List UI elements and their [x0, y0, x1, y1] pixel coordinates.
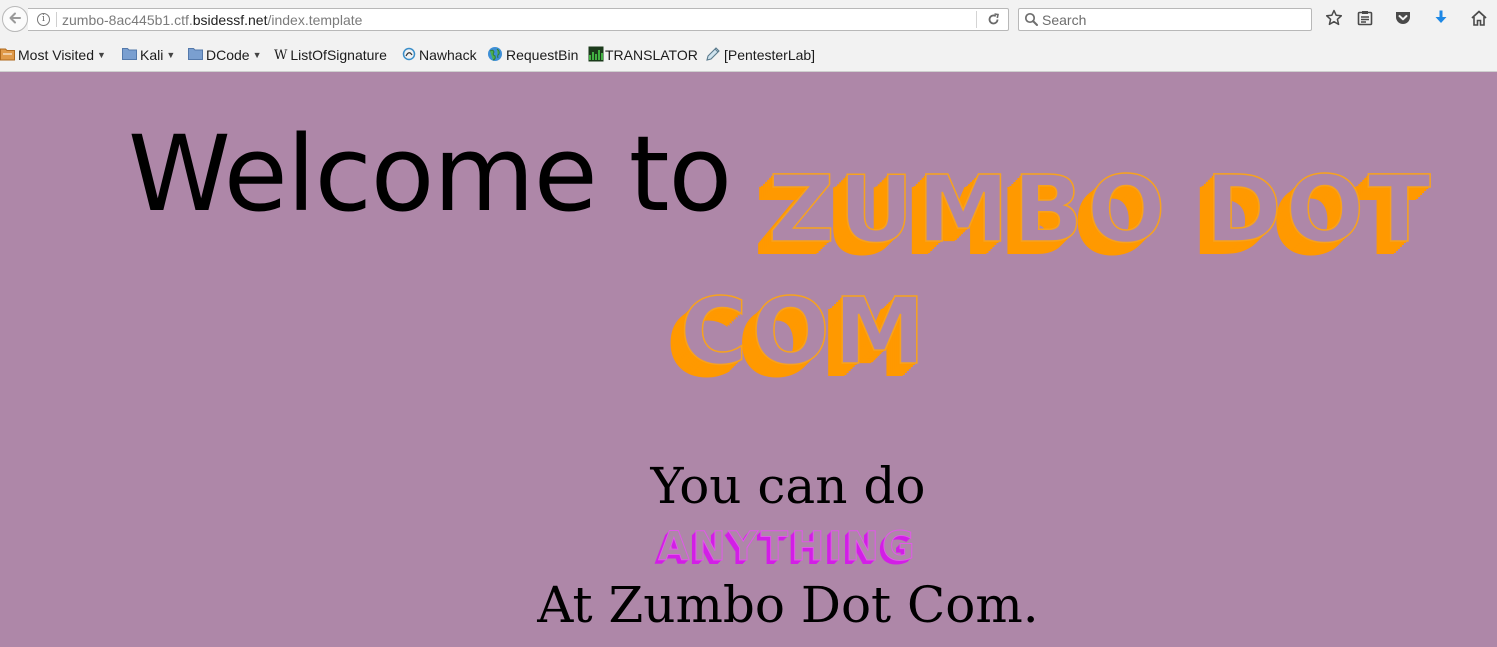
url-path: /index.template — [267, 12, 363, 28]
url-reload-separator — [976, 11, 977, 28]
bookmark-requestbin[interactable]: RequestBin — [487, 45, 578, 65]
bookmark-nawhack[interactable]: Nawhack — [402, 45, 477, 65]
globe-icon — [487, 46, 503, 65]
navigation-toolbar: i zumbo-8ac445b1.ctf.bsidessf.net/index.… — [0, 0, 1497, 38]
downloads-button[interactable] — [1430, 9, 1452, 31]
home-button[interactable] — [1468, 9, 1490, 31]
tagline-you-can-do: You can do — [650, 457, 926, 515]
folder-icon — [188, 47, 203, 63]
brand-title-line-1: ZUMBO DOT — [767, 156, 1435, 263]
bookmark-label: TRANSLATOR — [605, 47, 698, 63]
reading-list-button[interactable] — [1354, 9, 1376, 31]
bookmark-translator[interactable]: TRANSLATOR — [588, 45, 698, 65]
pocket-icon — [1394, 9, 1412, 31]
tagline-at-zumbo: At Zumbo Dot Com. — [537, 576, 1039, 634]
nawhack-icon — [402, 47, 416, 64]
bookmark-pentesterlab[interactable]: [PentesterLab] — [705, 45, 815, 65]
bookmarks-toolbar: Most Visited ▼ Kali ▼ DCode ▼ W ListOfSi… — [0, 40, 1497, 70]
url-text[interactable]: zumbo-8ac445b1.ctf.bsidessf.net/index.te… — [62, 11, 362, 29]
brand-title-line-2: COM — [679, 278, 930, 385]
url-separator — [56, 12, 57, 27]
download-arrow-icon — [1432, 9, 1450, 31]
wikipedia-icon: W — [274, 47, 288, 63]
url-bar[interactable]: i zumbo-8ac445b1.ctf.bsidessf.net/index.… — [28, 8, 1009, 31]
page-content: Welcome to ZUMBO DOT COM You can do ANYT… — [0, 72, 1497, 647]
browser-chrome: i zumbo-8ac445b1.ctf.bsidessf.net/index.… — [0, 0, 1497, 72]
chevron-down-icon: ▼ — [97, 50, 106, 60]
url-prefix: zumbo-8ac445b1.ctf. — [62, 12, 193, 28]
translator-icon — [588, 46, 604, 65]
bookmark-kali[interactable]: Kali ▼ — [122, 45, 175, 65]
anything-word: ANYTHING — [658, 524, 918, 571]
bookmark-label: Nawhack — [419, 47, 477, 63]
reload-icon — [987, 11, 1000, 30]
bookmark-label: RequestBin — [506, 47, 579, 63]
star-icon — [1325, 9, 1343, 31]
bookmark-dcode[interactable]: DCode ▼ — [188, 45, 262, 65]
pocket-button[interactable] — [1392, 9, 1414, 31]
search-icon — [1024, 12, 1039, 27]
pen-icon — [705, 46, 721, 65]
chevron-down-icon: ▼ — [252, 50, 262, 60]
site-info-icon[interactable]: i — [37, 13, 50, 26]
reload-button[interactable] — [984, 12, 1002, 28]
bookmark-listofsignature[interactable]: W ListOfSignature — [274, 45, 387, 65]
bookmark-most-visited[interactable]: Most Visited ▼ — [0, 45, 106, 65]
search-placeholder: Search — [1042, 12, 1087, 28]
back-arrow-icon — [8, 10, 22, 29]
home-icon — [1470, 9, 1488, 31]
clipboard-icon — [1356, 9, 1374, 31]
back-button[interactable] — [2, 6, 28, 32]
bookmark-star-button[interactable] — [1323, 9, 1345, 31]
folder-icon — [0, 47, 15, 64]
bookmark-label: [PentesterLab] — [724, 47, 816, 63]
chevron-down-icon: ▼ — [166, 50, 176, 60]
bookmark-label: ListOfSignature — [290, 47, 387, 63]
search-bar[interactable]: Search — [1018, 8, 1312, 31]
url-host: bsidessf.net — [192, 12, 268, 28]
bookmark-label: Kali — [140, 47, 164, 63]
folder-icon — [122, 47, 137, 63]
bookmark-label: Most Visited — [18, 47, 94, 63]
welcome-heading: Welcome to — [128, 113, 732, 235]
bookmark-label: DCode — [206, 47, 250, 63]
